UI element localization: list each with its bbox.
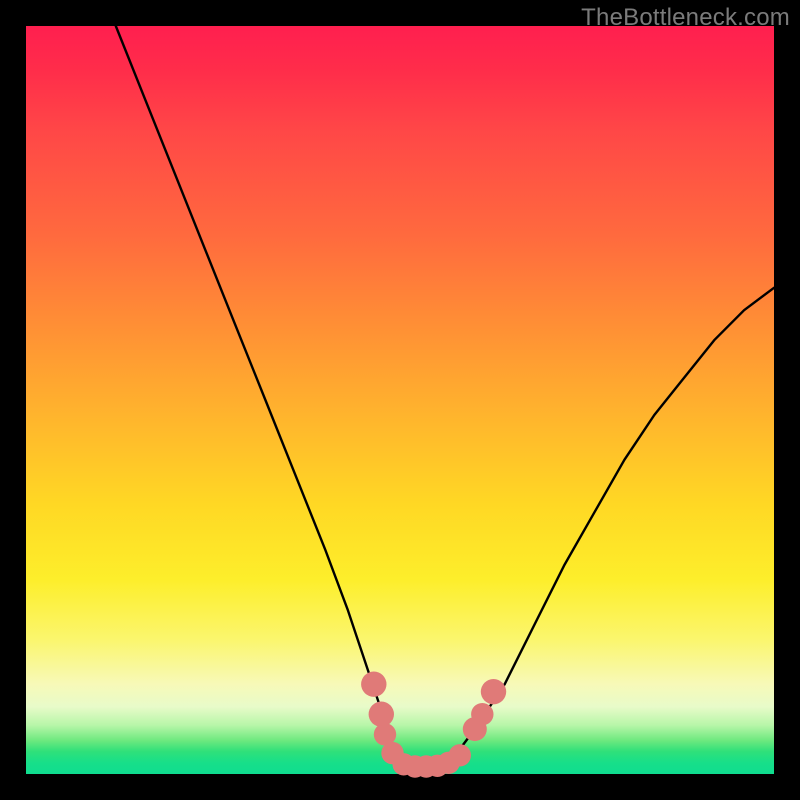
curve-svg (26, 26, 774, 774)
watermark-text: TheBottleneck.com (581, 4, 790, 32)
marker-dots (361, 672, 506, 778)
bottleneck-curve (116, 26, 774, 767)
marker-dot (481, 679, 506, 704)
marker-dot (449, 744, 471, 766)
marker-dot (369, 702, 394, 727)
plot-area (26, 26, 774, 774)
marker-dot (361, 672, 386, 697)
chart-frame: TheBottleneck.com (0, 0, 800, 800)
marker-dot (471, 703, 493, 725)
